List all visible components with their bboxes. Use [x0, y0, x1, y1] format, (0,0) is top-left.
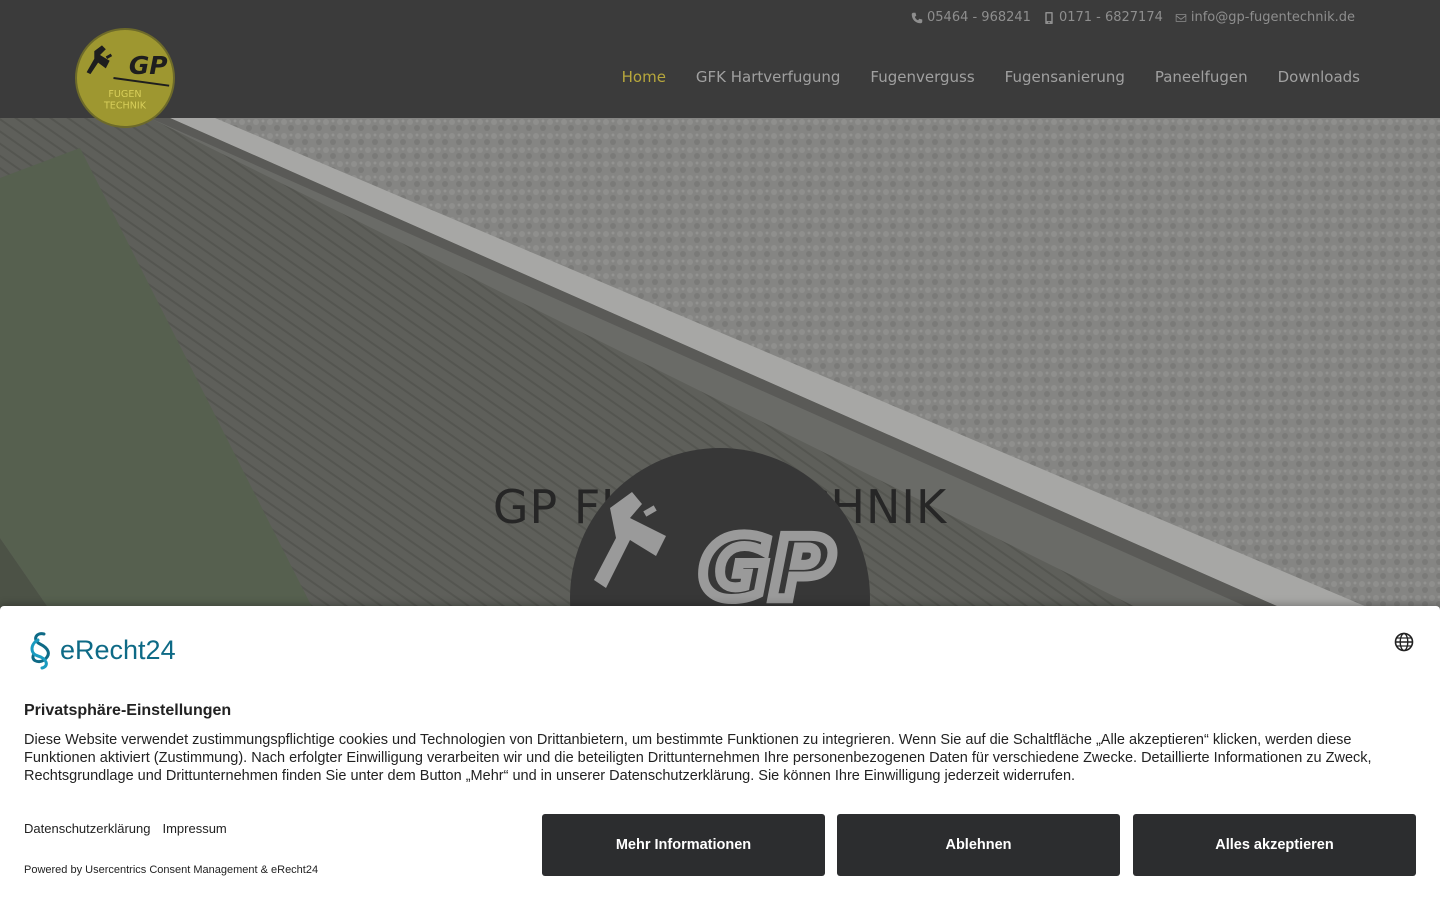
erecht24-section-icon: [30, 632, 50, 670]
site-header: 05464 - 968241 0171 - 6827174 info@gp-fu…: [0, 0, 1440, 128]
contact-bar: 05464 - 968241 0171 - 6827174 info@gp-fu…: [911, 10, 1355, 25]
cookie-consent-banner: eRecht24 Privatsphäre-Einstellungen Dies…: [0, 606, 1440, 900]
brand-name: eRecht24: [60, 634, 176, 665]
contact-phone[interactable]: 05464 - 968241: [911, 10, 1031, 25]
emblem-brand: GP: [700, 519, 834, 619]
accept-all-button[interactable]: Alles akzeptieren: [1133, 814, 1416, 876]
nav-paneelfugen[interactable]: Paneelfugen: [1155, 68, 1248, 86]
nav-fugensanierung[interactable]: Fugensanierung: [1005, 68, 1125, 86]
powered-by-text: Powered by Usercentrics Consent Manageme…: [24, 864, 319, 876]
logo-brand: GP: [129, 51, 168, 80]
consent-title: Privatsphäre-Einstellungen: [24, 702, 232, 719]
nav-downloads[interactable]: Downloads: [1278, 68, 1360, 86]
erecht24-logo: eRecht24: [24, 630, 176, 670]
consent-description: Diese Website verwendet zustimmungspflic…: [24, 732, 1372, 784]
consent-links: Datenschutzerklärung Impressum: [24, 821, 227, 836]
contact-email[interactable]: info@gp-fugentechnik.de: [1175, 10, 1355, 25]
envelope-icon: [1175, 13, 1187, 22]
site-logo[interactable]: GP FUGEN TECHNIK: [75, 28, 175, 128]
language-globe-icon[interactable]: [1394, 632, 1414, 652]
decline-button[interactable]: Ablehnen: [837, 814, 1120, 876]
nav-home[interactable]: Home: [622, 68, 666, 86]
phone-icon: [911, 12, 923, 23]
logo-line1: FUGEN: [108, 89, 141, 100]
logo-line2: TECHNIK: [103, 101, 147, 112]
nav-fugenverguss[interactable]: Fugenverguss: [870, 68, 974, 86]
more-information-button[interactable]: Mehr Informationen: [542, 814, 825, 876]
contact-mobile[interactable]: 0171 - 6827174: [1043, 10, 1163, 25]
imprint-link[interactable]: Impressum: [162, 821, 226, 836]
privacy-policy-link[interactable]: Datenschutzerklärung: [24, 821, 150, 836]
mobile-icon: [1045, 11, 1053, 24]
main-nav: Home GFK Hartverfugung Fugenverguss Fuge…: [622, 68, 1360, 86]
caulking-gun-logo-icon: GP FUGEN TECHNIK: [86, 45, 170, 112]
nav-gfk-hartverfugung[interactable]: GFK Hartverfugung: [696, 68, 841, 86]
